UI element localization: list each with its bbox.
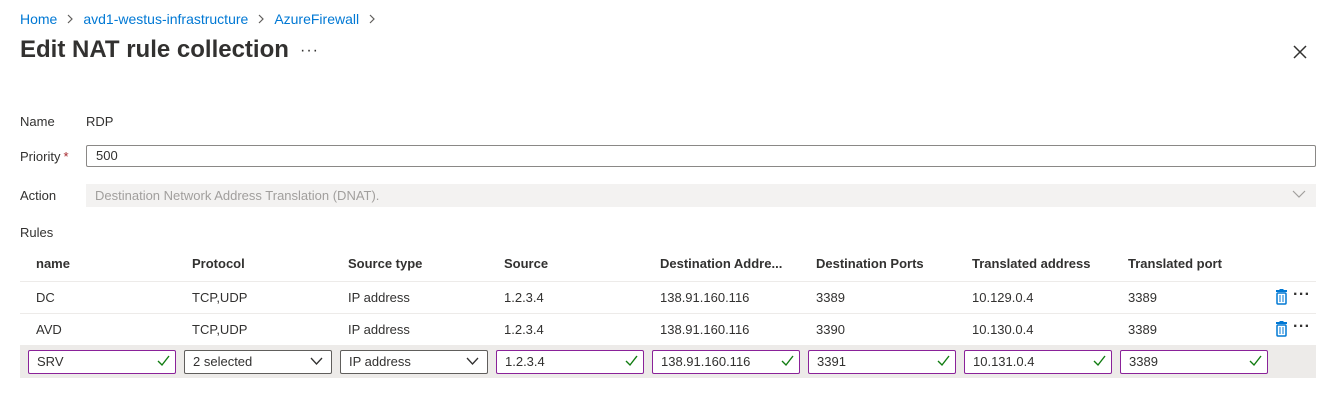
action-select: Destination Network Address Translation … xyxy=(86,184,1316,207)
page-title: Edit NAT rule collection xyxy=(20,36,289,63)
column-header-destination-ports: Destination Ports xyxy=(816,256,924,271)
table-cell: 3389 xyxy=(816,290,845,305)
column-header-protocol: Protocol xyxy=(192,256,245,271)
check-icon xyxy=(937,355,950,367)
source-type-value: IP address xyxy=(349,354,411,369)
name-value: RDP xyxy=(86,114,114,129)
breadcrumb-firewall[interactable]: AzureFirewall xyxy=(274,11,359,27)
rules-label: Rules xyxy=(20,225,54,240)
table-cell: DC xyxy=(36,290,55,305)
source-type-select[interactable]: IP address xyxy=(340,350,488,374)
breadcrumb: Home avd1-westus-infrastructure AzureFir… xyxy=(20,11,385,27)
source-input[interactable]: 1.2.3.4 xyxy=(496,350,644,374)
breadcrumb-resource-group[interactable]: avd1-westus-infrastructure xyxy=(83,11,248,27)
divider xyxy=(20,281,1316,282)
translated-address-value: 10.131.0.4 xyxy=(973,354,1035,369)
rule-name-input[interactable]: SRV xyxy=(28,350,176,374)
table-cell: TCP,UDP xyxy=(192,290,248,305)
table-cell: AVD xyxy=(36,322,62,337)
required-marker: * xyxy=(63,149,69,164)
chevron-right-icon xyxy=(67,14,74,24)
protocol-select[interactable]: 2 selected xyxy=(184,350,332,374)
column-header-name: name xyxy=(36,256,70,271)
close-icon xyxy=(1293,45,1307,59)
table-cell: 138.91.160.116 xyxy=(660,290,750,305)
table-cell: IP address xyxy=(348,290,410,305)
column-header-source: Source xyxy=(504,256,549,271)
action-select-value: Destination Network Address Translation … xyxy=(95,188,380,203)
chevron-down-icon xyxy=(310,357,323,365)
table-cell: 10.129.0.4 xyxy=(972,290,1034,305)
table-cell: IP address xyxy=(348,322,410,337)
check-icon xyxy=(1249,355,1262,367)
check-icon xyxy=(781,355,794,367)
destination-ports-input[interactable]: 3391 xyxy=(808,350,956,374)
table-cell: 3390 xyxy=(816,322,845,337)
table-cell: 138.91.160.116 xyxy=(660,322,750,337)
delete-icon[interactable] xyxy=(1275,289,1288,305)
more-options-button[interactable]: ··· xyxy=(300,42,319,60)
translated-address-input[interactable]: 10.131.0.4 xyxy=(964,350,1112,374)
column-header-destination-address: Destination Addre... xyxy=(660,256,783,271)
destination-address-value: 138.91.160.116 xyxy=(661,354,751,369)
destination-ports-value: 3391 xyxy=(817,354,846,369)
chevron-right-icon xyxy=(369,14,375,24)
check-icon xyxy=(157,355,170,367)
source-value: 1.2.3.4 xyxy=(505,354,545,369)
protocol-value: 2 selected xyxy=(193,354,253,369)
destination-address-input[interactable]: 138.91.160.116 xyxy=(652,350,800,374)
translated-port-input[interactable]: 3389 xyxy=(1120,350,1268,374)
chevron-right-icon xyxy=(258,14,265,24)
check-icon xyxy=(1093,355,1106,367)
priority-label: Priority * xyxy=(20,149,69,164)
priority-input[interactable]: 500 xyxy=(86,145,1316,167)
chevron-down-icon xyxy=(1292,190,1306,198)
row-more-button[interactable]: ··· xyxy=(1293,286,1310,304)
name-label: Name xyxy=(20,114,55,129)
row-more-button[interactable]: ··· xyxy=(1293,318,1310,336)
table-cell: 1.2.3.4 xyxy=(504,290,544,305)
column-header-translated-port: Translated port xyxy=(1128,256,1222,271)
translated-port-value: 3389 xyxy=(1129,354,1158,369)
column-header-translated-address: Translated address xyxy=(972,256,1091,271)
close-button[interactable] xyxy=(1290,42,1310,62)
table-cell: TCP,UDP xyxy=(192,322,248,337)
chevron-down-icon xyxy=(466,357,479,365)
column-header-source-type: Source type xyxy=(348,256,423,271)
rule-name-value: SRV xyxy=(37,354,64,369)
divider xyxy=(20,313,1316,314)
table-cell: 1.2.3.4 xyxy=(504,322,544,337)
priority-label-text: Priority xyxy=(20,149,61,164)
table-cell: 3389 xyxy=(1128,290,1157,305)
table-cell: 10.130.0.4 xyxy=(972,322,1034,337)
breadcrumb-home[interactable]: Home xyxy=(20,11,57,27)
action-label: Action xyxy=(20,188,57,203)
table-cell: 3389 xyxy=(1128,322,1157,337)
check-icon xyxy=(625,355,638,367)
delete-icon[interactable] xyxy=(1275,321,1288,337)
